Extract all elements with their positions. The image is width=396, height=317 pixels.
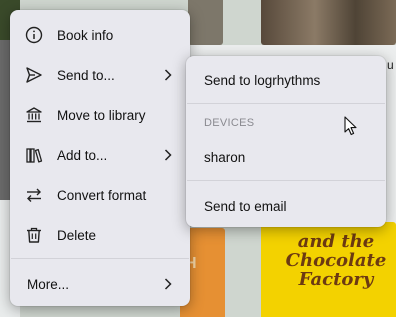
book-context-menu: Book info Send to... Move to library Add… <box>10 10 190 306</box>
menu-item-book-info[interactable]: Book info <box>14 17 186 53</box>
convert-icon <box>24 185 44 205</box>
menu-separator <box>11 258 189 259</box>
submenu-item-label: Send to logrhythms <box>204 72 321 88</box>
menu-item-label: Delete <box>57 227 97 243</box>
send-to-submenu: Send to logrhythms DEVICES sharon Send t… <box>186 56 386 227</box>
mouse-cursor-icon <box>344 116 358 136</box>
menu-item-label: Book info <box>57 27 114 43</box>
background-cover-top-middle[interactable] <box>188 0 223 45</box>
submenu-item-label: sharon <box>204 149 246 165</box>
submenu-item-device[interactable]: sharon <box>190 139 382 175</box>
menu-separator <box>187 180 385 181</box>
menu-item-add-to[interactable]: Add to... <box>14 137 186 173</box>
background-cover-bottom-right-text: and the Chocolate Factory <box>285 231 387 290</box>
menu-item-convert-format[interactable]: Convert format <box>14 177 186 213</box>
chevron-right-icon <box>164 69 174 81</box>
menu-item-label: Move to library <box>57 107 146 123</box>
menu-separator <box>187 103 385 104</box>
background-cover-top-right[interactable] <box>261 0 396 45</box>
menu-item-label: Add to... <box>57 147 108 163</box>
submenu-item-send-to-target[interactable]: Send to logrhythms <box>190 62 382 98</box>
submenu-item-label: Send to email <box>204 198 287 214</box>
background-title-fragment: u <box>387 58 394 72</box>
menu-item-label: More... <box>27 276 70 292</box>
menu-item-more[interactable]: More... <box>14 266 186 302</box>
menu-item-delete[interactable]: Delete <box>14 217 186 253</box>
info-icon <box>24 25 44 45</box>
chevron-right-icon <box>164 278 174 290</box>
trash-icon <box>24 225 44 245</box>
menu-item-send-to[interactable]: Send to... <box>14 57 186 93</box>
submenu-item-send-to-email[interactable]: Send to email <box>190 188 382 224</box>
send-icon <box>24 65 44 85</box>
menu-item-label: Send to... <box>57 67 115 83</box>
devices-header: DEVICES <box>204 117 255 129</box>
menu-item-label: Convert format <box>57 187 147 203</box>
library-icon <box>24 105 44 125</box>
menu-item-move-to-library[interactable]: Move to library <box>14 97 186 133</box>
chevron-right-icon <box>164 149 174 161</box>
books-icon <box>24 145 44 165</box>
